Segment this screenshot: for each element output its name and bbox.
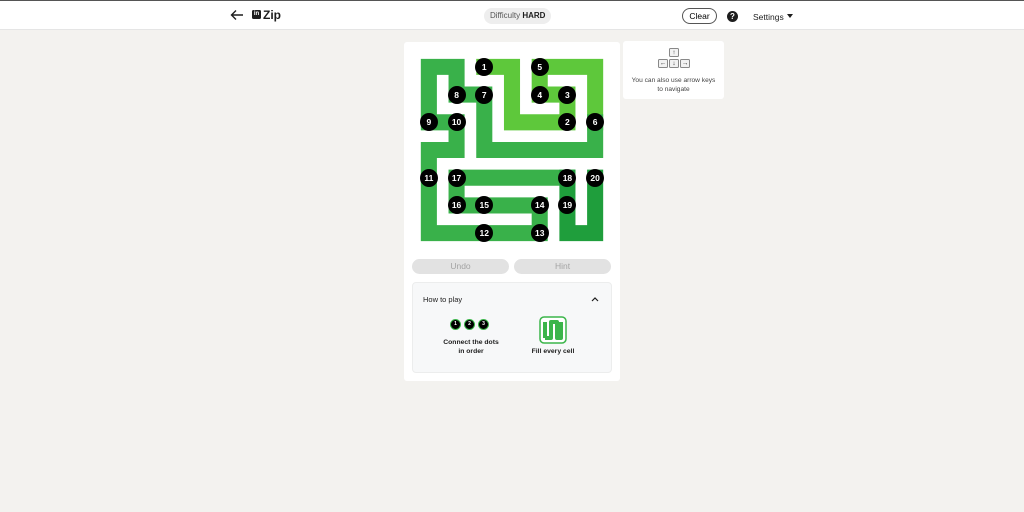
how-to-play-title: How to play bbox=[423, 295, 463, 304]
keyboard-tip-card: ↑ ← ↓ → You can also use arrow keys to n… bbox=[623, 41, 724, 99]
key-right-icon: → bbox=[680, 59, 690, 68]
difficulty-value: HARD bbox=[522, 11, 546, 20]
difficulty-label: Difficulty bbox=[490, 11, 521, 20]
dot-7[interactable]: 7 bbox=[475, 85, 494, 104]
dot-10[interactable]: 10 bbox=[447, 113, 466, 132]
help-icon[interactable]: ? bbox=[727, 11, 738, 22]
dot-11[interactable]: 11 bbox=[419, 168, 438, 187]
connect-caption: Connect the dots in order bbox=[443, 339, 499, 355]
dot-1[interactable]: 1 bbox=[475, 57, 494, 76]
app-title: Zip bbox=[263, 8, 281, 22]
example-dot-2: 2 bbox=[464, 319, 475, 330]
dot-16[interactable]: 16 bbox=[447, 196, 466, 215]
settings-menu[interactable]: Settings bbox=[753, 12, 784, 22]
undo-button[interactable]: Undo bbox=[412, 259, 509, 274]
example-dot-3: 3 bbox=[478, 319, 489, 330]
dot-5[interactable]: 5 bbox=[530, 57, 549, 76]
dot-9[interactable]: 9 bbox=[419, 113, 438, 132]
dot-17[interactable]: 17 bbox=[447, 168, 466, 187]
key-left-icon: ← bbox=[658, 59, 668, 68]
dot-3[interactable]: 3 bbox=[558, 85, 577, 104]
game-board[interactable]: 1 2 3 4 5 6 7 8 9 10 11 12 13 14 15 16 17 18 19 20 bbox=[415, 53, 609, 247]
top-bar: in Zip Difficulty HARD Clear ? Settings bbox=[0, 0, 1024, 30]
dot-8[interactable]: 8 bbox=[447, 85, 466, 104]
fill-caption: Fill every cell bbox=[531, 348, 575, 355]
linkedin-logo-icon: in bbox=[252, 10, 261, 19]
dot-4[interactable]: 4 bbox=[530, 85, 549, 104]
example-dot-1: 1 bbox=[450, 319, 461, 330]
arrow-keys-icon: ↑ ← ↓ → bbox=[657, 48, 691, 70]
path-layer bbox=[420, 58, 604, 242]
clear-button[interactable]: Clear bbox=[682, 8, 717, 24]
hint-button[interactable]: Hint bbox=[514, 259, 611, 274]
chevron-up-icon[interactable] bbox=[591, 296, 599, 302]
caret-down-icon[interactable] bbox=[787, 14, 793, 18]
keyboard-tip-text: You can also use arrow keys to navigate bbox=[631, 77, 716, 93]
how-to-play-panel: How to play 1 2 3 Connect the dots in or… bbox=[412, 282, 612, 373]
key-down-icon: ↓ bbox=[669, 59, 679, 68]
key-up-icon: ↑ bbox=[669, 48, 679, 57]
difficulty-badge: Difficulty HARD bbox=[484, 8, 552, 24]
dot-13[interactable]: 13 bbox=[530, 224, 549, 243]
dot-20[interactable]: 20 bbox=[586, 168, 605, 187]
back-arrow-icon[interactable] bbox=[229, 7, 245, 23]
game-card: 1 2 3 4 5 6 7 8 9 10 11 12 13 14 15 16 17 18 19 20 Undo Hin… bbox=[404, 42, 620, 381]
fill-grid-icon bbox=[539, 316, 567, 344]
